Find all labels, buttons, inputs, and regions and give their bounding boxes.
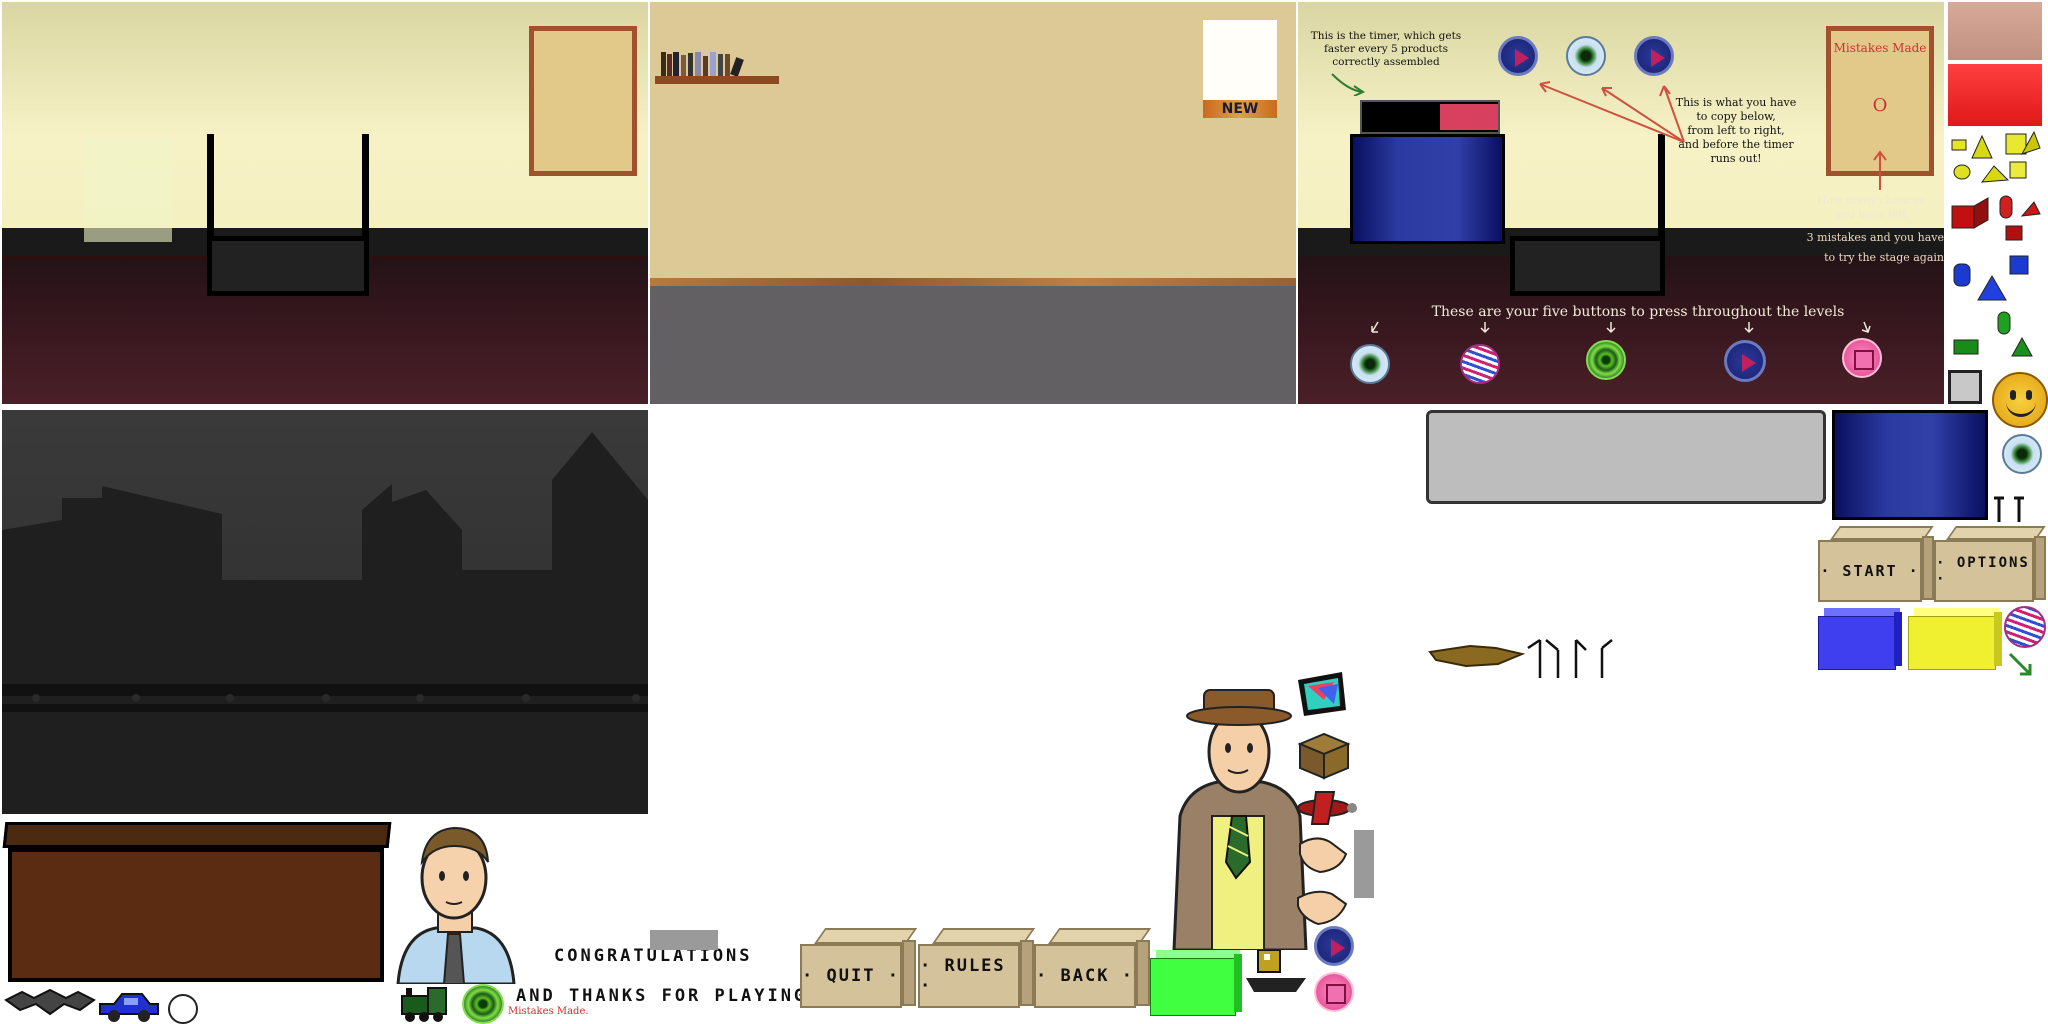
smiley-icon xyxy=(1992,372,2048,428)
new-sign: NEW xyxy=(1203,100,1277,118)
worker-character xyxy=(396,826,516,984)
blue-block xyxy=(1818,608,1902,670)
swirl-button-icon xyxy=(2004,606,2046,648)
tv-icon xyxy=(1298,672,1346,716)
grey-bar xyxy=(1354,830,1374,898)
logo-text: Mistakes Made. xyxy=(508,1006,589,1017)
office-room-scene: NEW xyxy=(650,2,1296,404)
play-button-icon xyxy=(1634,36,1674,76)
boat-icon xyxy=(1246,949,1306,992)
color-swatch-tan xyxy=(1948,2,2042,60)
play-button-icon xyxy=(1498,36,1538,76)
bat-icon xyxy=(4,988,96,1016)
eye-button-icon xyxy=(1350,344,1390,384)
options-button[interactable]: · OPTIONS · xyxy=(1934,526,2046,602)
shapes-icon xyxy=(1951,130,2041,357)
grey-label-plate xyxy=(650,930,718,950)
grey-tile xyxy=(1948,370,1982,404)
machine-base xyxy=(1510,236,1665,296)
machine-base xyxy=(207,236,369,296)
swirl-button-icon xyxy=(1460,344,1500,384)
box-icon xyxy=(1297,732,1351,780)
grey-panel xyxy=(1426,410,1826,504)
copy-arrows xyxy=(1539,81,1685,143)
mistakes-board-title: Mistakes Made xyxy=(1833,41,1927,55)
timer-arrow xyxy=(1331,73,1366,96)
mistakes-note: 3 mistakes and you have to try the stage… xyxy=(1806,231,1944,264)
thanks-text: AND THANKS FOR PLAYING! xyxy=(516,986,821,1006)
hand-icon xyxy=(1297,890,1348,926)
chances-note: How many chances you have left xyxy=(1816,194,1926,221)
rules-button-label: · RULES · xyxy=(918,944,1020,1008)
office-wall xyxy=(650,2,1296,280)
square-button-icon xyxy=(1314,972,1354,1012)
play-button-icon xyxy=(1314,926,1354,966)
hand-icon xyxy=(1299,837,1348,874)
options-button-label: · OPTIONS · xyxy=(1934,540,2034,602)
factory-room-scene xyxy=(2,2,648,404)
claw-row-icon xyxy=(1527,638,1613,678)
quit-button-label: · QUIT · xyxy=(800,944,902,1008)
detective-character xyxy=(1172,689,1308,950)
skyline-silhouette xyxy=(2,432,648,814)
robot-claw-icon xyxy=(1994,496,2024,522)
yellow-block xyxy=(1908,608,2002,670)
back-button[interactable]: · BACK · xyxy=(1034,928,1152,1008)
window-glow xyxy=(84,138,172,242)
timer-fill xyxy=(1440,104,1498,130)
mistakes-mark: O xyxy=(1872,95,1888,116)
bookshelf xyxy=(655,50,779,84)
night-factory-scene xyxy=(2,410,648,814)
green-block xyxy=(1150,948,1242,1016)
baseboard xyxy=(650,278,1296,286)
eye-button-icon xyxy=(1566,36,1606,76)
target-button-icon xyxy=(462,984,504,1024)
quit-button[interactable]: · QUIT · xyxy=(800,928,918,1008)
ball-icon xyxy=(168,994,198,1024)
target-button-icon xyxy=(1586,340,1626,380)
play-button-icon xyxy=(1724,340,1766,382)
eye-button-icon xyxy=(2002,434,2042,474)
square-button-icon xyxy=(1842,338,1882,378)
plank-icon xyxy=(1428,644,1526,668)
tutorial-scene: This is the timer, which gets faster eve… xyxy=(1298,2,1944,404)
chances-arrow xyxy=(1873,150,1887,190)
color-swatch-red xyxy=(1948,64,2042,126)
notice-paper xyxy=(1203,20,1277,102)
start-button-label: · START · xyxy=(1818,540,1922,602)
bulletin-board xyxy=(529,26,637,176)
rules-button[interactable]: · RULES · xyxy=(918,928,1036,1008)
back-button-label: · BACK · xyxy=(1034,944,1136,1008)
timer-bar xyxy=(1360,100,1500,134)
target-product-display xyxy=(1350,134,1505,244)
timer-note: This is the timer, which gets faster eve… xyxy=(1310,30,1462,68)
blue-display xyxy=(1832,410,1988,520)
plane-icon xyxy=(1297,791,1357,825)
buttons-note: These are your five buttons to press thr… xyxy=(1431,304,1845,320)
desk xyxy=(0,818,394,990)
train-icon xyxy=(401,987,447,1022)
start-button[interactable]: · START · xyxy=(1818,526,1934,602)
buttons-arrows xyxy=(1371,321,1871,334)
office-floor xyxy=(650,286,1296,404)
new-sign-label: NEW xyxy=(1221,101,1259,117)
car-icon xyxy=(99,993,159,1022)
green-arrow-icon xyxy=(2008,652,2032,676)
